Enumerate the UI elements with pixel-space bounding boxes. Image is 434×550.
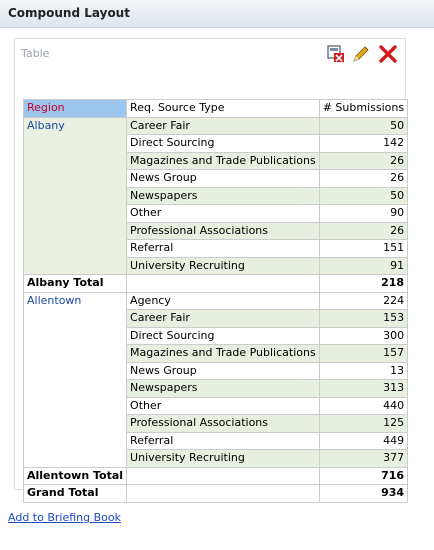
grand-total-value: 934 <box>318 484 409 503</box>
submissions-cell: 26 <box>318 169 409 188</box>
subtotal-value: 716 <box>318 466 409 485</box>
submissions-cell: 300 <box>318 326 409 345</box>
column-header-source-type[interactable]: Req. Source Type <box>126 99 320 118</box>
format-view-icon[interactable] <box>325 43 347 65</box>
window-title: Compound Layout <box>8 6 130 20</box>
submissions-cell: 440 <box>318 396 409 415</box>
subtotal-label: Albany Total <box>22 274 128 293</box>
table-header-row: Region Req. Source Type # Submissions <box>22 99 409 118</box>
column-header-submissions[interactable]: # Submissions <box>318 99 409 118</box>
source-type-cell: Referral <box>126 239 320 258</box>
submissions-cell: 13 <box>318 361 409 380</box>
source-type-cell: University Recruiting <box>126 256 320 275</box>
subtotal-row-allentown: Allentown Total 716 <box>22 466 409 485</box>
submissions-cell: 449 <box>318 431 409 450</box>
source-type-cell: Magazines and Trade Publications <box>126 151 320 170</box>
submissions-cell: 157 <box>318 344 409 363</box>
submissions-cell: 50 <box>318 186 409 205</box>
grand-total-row: Grand Total 934 <box>22 484 409 503</box>
submissions-cell: 26 <box>318 221 409 240</box>
source-type-cell: Professional Associations <box>126 221 320 240</box>
submissions-cell: 50 <box>318 116 409 135</box>
submissions-cell: 313 <box>318 379 409 398</box>
subtotal-row-albany: Albany Total 218 <box>22 274 409 293</box>
view-header: Table <box>15 39 405 69</box>
edit-pencil-icon[interactable] <box>350 43 372 65</box>
subtotal-empty-cell <box>126 466 320 485</box>
source-type-cell: Direct Sourcing <box>126 134 320 153</box>
table-row: Albany Career Fair 50 <box>22 116 409 275</box>
source-type-cell: Other <box>126 396 320 415</box>
source-type-cell: University Recruiting <box>126 449 320 468</box>
window-titlebar: Compound Layout <box>0 0 434 28</box>
submissions-cell: 153 <box>318 309 409 328</box>
source-type-cell: Other <box>126 204 320 223</box>
subtotal-empty-cell <box>126 274 320 293</box>
column-header-region[interactable]: Region <box>22 99 128 118</box>
source-type-cell: Newspapers <box>126 379 320 398</box>
content-area: Table Region Req. Source Type # Submissi… <box>0 28 434 550</box>
source-type-cell: Direct Sourcing <box>126 326 320 345</box>
source-type-cell: Magazines and Trade Publications <box>126 344 320 363</box>
submissions-cell: 91 <box>318 256 409 275</box>
source-type-cell: Newspapers <box>126 186 320 205</box>
table-view-panel: Table Region Req. Source Type # Submissi… <box>14 38 409 503</box>
source-type-cell: Referral <box>126 431 320 450</box>
subtotal-label: Allentown Total <box>22 466 128 485</box>
grand-total-empty-cell <box>126 484 320 503</box>
remove-x-icon[interactable] <box>377 43 399 65</box>
view-title: Table <box>21 47 50 60</box>
pivot-table: Region Req. Source Type # Submissions Al… <box>22 99 409 503</box>
grand-total-label: Grand Total <box>22 484 128 503</box>
source-type-cell: News Group <box>126 169 320 188</box>
subtotal-value: 218 <box>318 274 409 293</box>
source-type-cell: Agency <box>126 291 320 310</box>
source-type-cell: Career Fair <box>126 309 320 328</box>
compound-layout-window: Compound Layout Table Region Req. Source… <box>0 0 434 550</box>
submissions-cell: 151 <box>318 239 409 258</box>
submissions-cell: 224 <box>318 291 409 310</box>
source-type-cell: Professional Associations <box>126 414 320 433</box>
region-cell-albany: Albany <box>22 116 128 275</box>
submissions-cell: 142 <box>318 134 409 153</box>
submissions-cell: 377 <box>318 449 409 468</box>
region-cell-allentown: Allentown <box>22 291 128 468</box>
source-type-cell: News Group <box>126 361 320 380</box>
submissions-cell: 26 <box>318 151 409 170</box>
source-type-cell: Career Fair <box>126 116 320 135</box>
submissions-cell: 125 <box>318 414 409 433</box>
table-row: Allentown Agency 224 <box>22 291 409 468</box>
add-to-briefing-book-link[interactable]: Add to Briefing Book <box>8 511 121 524</box>
submissions-cell: 90 <box>318 204 409 223</box>
